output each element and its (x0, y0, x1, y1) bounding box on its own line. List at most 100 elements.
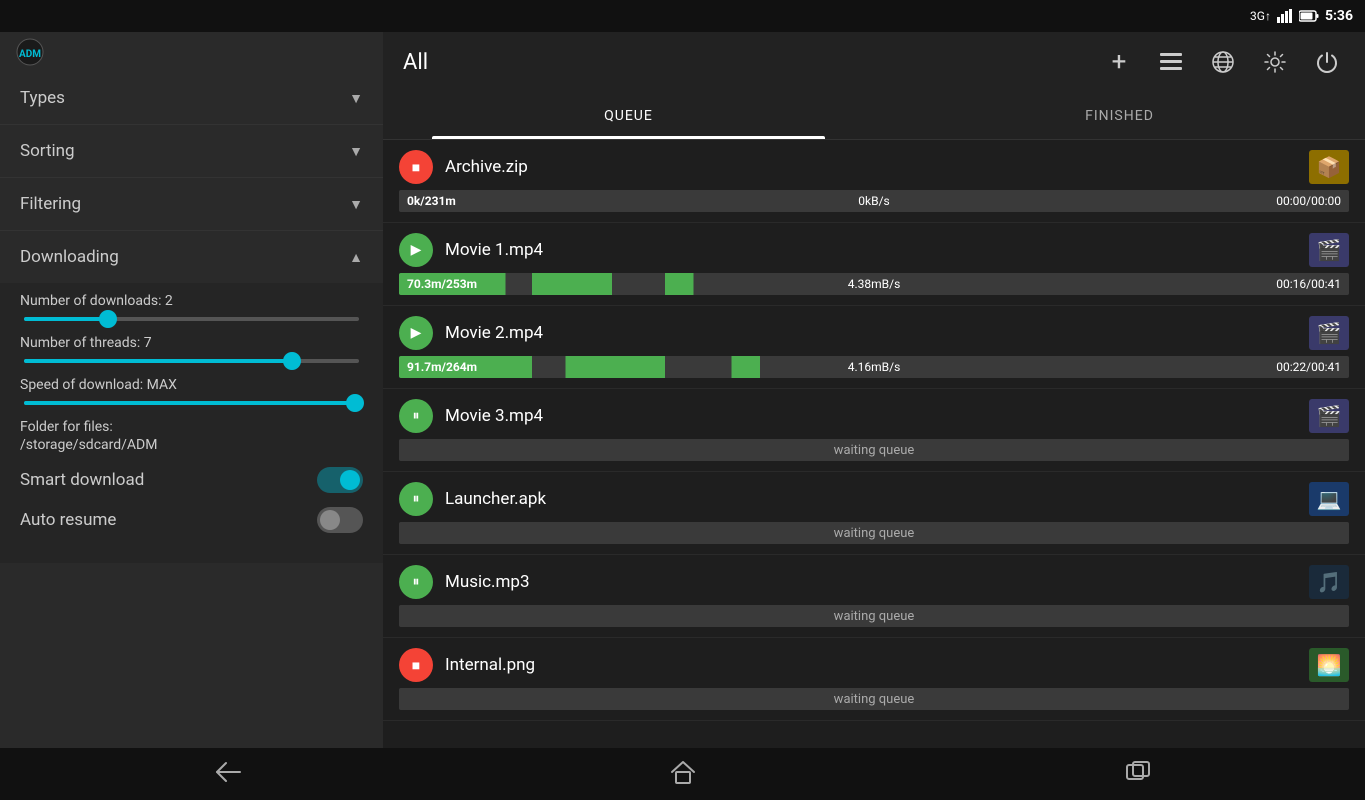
smart-download-toggle[interactable] (317, 467, 363, 493)
download-item[interactable]: ▶ Movie 1.mp4 🎬 70.3m/253m 4.38mB/s 00:1… (383, 223, 1365, 306)
sorting-label: Sorting (20, 141, 75, 161)
waiting-bar-row: waiting queue (399, 605, 1349, 627)
sidebar: ADM Types ▼ Sorting ▼ Filtering ▼ Downlo… (0, 32, 383, 748)
file-name: Archive.zip (445, 157, 1297, 177)
play-pause-button[interactable]: ▶ (399, 316, 433, 350)
list-icon[interactable] (1153, 44, 1189, 80)
back-icon (214, 761, 242, 783)
sidebar-item-filtering[interactable]: Filtering ▼ (0, 178, 383, 231)
progress-left: 70.3m/253m (407, 277, 477, 291)
progress-mid: 0kB/s (858, 194, 889, 208)
download-item-header: ⏸ Movie 3.mp4 🎬 (383, 389, 1365, 439)
progress-right: 00:00/00:00 (1276, 194, 1341, 208)
smart-download-knob (340, 470, 360, 490)
auto-resume-group: Auto resume (20, 507, 363, 533)
play-pause-button[interactable]: ⏸ (399, 482, 433, 516)
recent-icon (1125, 761, 1151, 783)
folder-path: /storage/sdcard/ADM (20, 437, 363, 453)
num-threads-group: Number of threads: 7 (20, 335, 363, 363)
download-item-header: ▶ Movie 1.mp4 🎬 (383, 223, 1365, 273)
downloading-label: Downloading (20, 247, 119, 267)
progress-track: 91.7m/264m 4.16mB/s 00:22/00:41 (399, 356, 1349, 378)
waiting-text: waiting queue (834, 443, 915, 458)
speed-label: Speed of download: MAX (20, 377, 363, 393)
signal-bars-icon (1277, 9, 1293, 23)
waiting-bar: waiting queue (399, 522, 1349, 544)
play-pause-button[interactable]: ⏸ (399, 399, 433, 433)
waiting-text: waiting queue (834, 609, 915, 624)
content-header: All + (383, 32, 1365, 92)
status-bar: 3G↑ 5:36 (0, 0, 1365, 32)
download-item[interactable]: ▶ Movie 2.mp4 🎬 91.7m/264m 4.16mB/s 00:2… (383, 306, 1365, 389)
sidebar-item-downloading[interactable]: Downloading ▲ (0, 231, 383, 283)
auto-resume-knob (320, 510, 340, 530)
download-item[interactable]: ⏸ Movie 3.mp4 🎬 waiting queue (383, 389, 1365, 472)
download-list: ■ Archive.zip 📦 0k/231m 0kB/s 00:00/00:0… (383, 140, 1365, 748)
content-area: All + (383, 32, 1365, 748)
status-signal: 3G↑ (1250, 9, 1271, 23)
download-item[interactable]: ⏸ Launcher.apk 💻 waiting queue (383, 472, 1365, 555)
adm-logo-icon: ADM (16, 38, 44, 66)
file-name: Launcher.apk (445, 489, 1297, 509)
play-pause-button[interactable]: ■ (399, 648, 433, 682)
battery-icon (1299, 10, 1319, 22)
num-threads-track (24, 359, 359, 363)
gear-icon (1264, 51, 1286, 73)
progress-right: 00:22/00:41 (1276, 360, 1341, 374)
progress-bar-row: 91.7m/264m 4.16mB/s 00:22/00:41 (399, 356, 1349, 378)
smart-download-group: Smart download (20, 467, 363, 493)
status-time: 5:36 (1325, 8, 1353, 24)
progress-left: 91.7m/264m (407, 360, 477, 374)
filtering-chevron-icon: ▼ (349, 196, 363, 213)
download-item[interactable]: ■ Internal.png 🌅 waiting queue (383, 638, 1365, 721)
bottom-nav (0, 748, 1365, 800)
progress-track: 70.3m/253m 4.38mB/s 00:16/00:41 (399, 273, 1349, 295)
downloading-chevron-icon: ▲ (349, 249, 363, 266)
main-container: ADM Types ▼ Sorting ▼ Filtering ▼ Downlo… (0, 32, 1365, 748)
download-item-header: ■ Archive.zip 📦 (383, 140, 1365, 190)
page-title: All (403, 50, 1085, 75)
file-name: Movie 2.mp4 (445, 323, 1297, 343)
add-button[interactable]: + (1101, 44, 1137, 80)
waiting-text: waiting queue (834, 692, 915, 707)
file-thumbnail: 🎬 (1309, 233, 1349, 267)
progress-right: 00:16/00:41 (1276, 277, 1341, 291)
file-name: Movie 3.mp4 (445, 406, 1297, 426)
num-downloads-thumb[interactable] (99, 310, 117, 328)
num-downloads-group: Number of downloads: 2 (20, 293, 363, 321)
list-view-icon (1160, 53, 1182, 71)
recent-button[interactable] (1095, 753, 1181, 796)
download-item[interactable]: ■ Archive.zip 📦 0k/231m 0kB/s 00:00/00:0… (383, 140, 1365, 223)
num-threads-thumb[interactable] (283, 352, 301, 370)
tab-queue[interactable]: QUEUE (383, 92, 874, 139)
sidebar-item-sorting[interactable]: Sorting ▼ (0, 125, 383, 178)
tabs-bar: QUEUE FINISHED (383, 92, 1365, 140)
num-downloads-fill (24, 317, 108, 321)
download-item[interactable]: ⏸ Music.mp3 🎵 waiting queue (383, 555, 1365, 638)
waiting-text: waiting queue (834, 526, 915, 541)
file-thumbnail: 🎬 (1309, 399, 1349, 433)
auto-resume-toggle[interactable] (317, 507, 363, 533)
back-button[interactable] (184, 753, 272, 796)
progress-mid: 4.38mB/s (848, 277, 901, 291)
smart-download-label: Smart download (20, 470, 144, 490)
globe-button[interactable] (1205, 44, 1241, 80)
types-label: Types (20, 88, 65, 108)
settings-button[interactable] (1257, 44, 1293, 80)
folder-group: Folder for files: /storage/sdcard/ADM (20, 419, 363, 453)
download-item-header: ■ Internal.png 🌅 (383, 638, 1365, 688)
play-pause-button[interactable]: ■ (399, 150, 433, 184)
play-pause-button[interactable]: ▶ (399, 233, 433, 267)
play-pause-button[interactable]: ⏸ (399, 565, 433, 599)
power-icon (1316, 51, 1338, 73)
home-button[interactable] (640, 752, 726, 797)
power-button[interactable] (1309, 44, 1345, 80)
speed-thumb[interactable] (346, 394, 364, 412)
file-name: Music.mp3 (445, 572, 1297, 592)
waiting-bar-row: waiting queue (399, 688, 1349, 710)
sidebar-item-types[interactable]: Types ▼ (0, 72, 383, 125)
waiting-bar-row: waiting queue (399, 522, 1349, 544)
tab-finished[interactable]: FINISHED (874, 92, 1365, 139)
progress-track: 0k/231m 0kB/s 00:00/00:00 (399, 190, 1349, 212)
sorting-chevron-icon: ▼ (349, 143, 363, 160)
